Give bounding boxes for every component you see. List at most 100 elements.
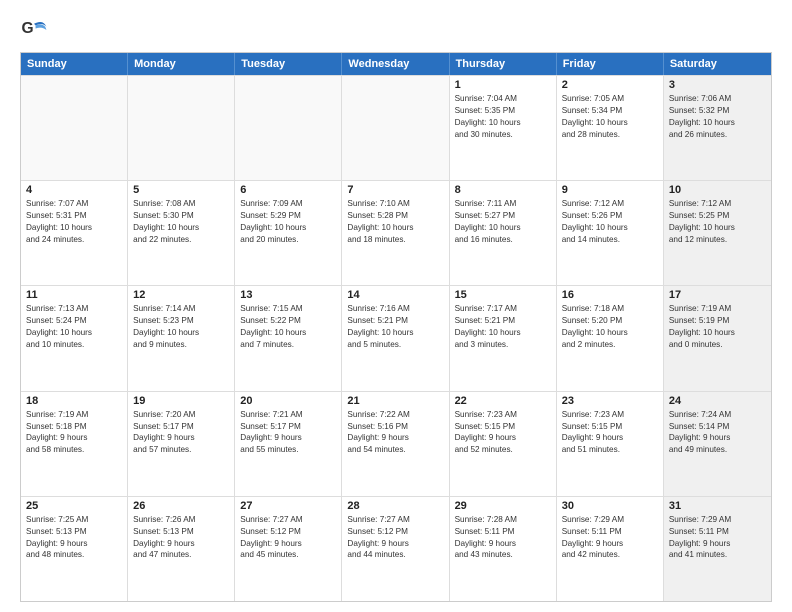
calendar-cell: 4 Sunrise: 7:07 AMSunset: 5:31 PMDaylight… — [21, 181, 128, 285]
day-number: 15 — [455, 289, 551, 301]
calendar-week: 1 Sunrise: 7:04 AMSunset: 5:35 PMDaylight… — [21, 75, 771, 180]
cell-info: Sunrise: 7:11 AMSunset: 5:27 PMDaylight:… — [455, 198, 551, 246]
day-number: 16 — [562, 289, 658, 301]
cell-info: Sunrise: 7:15 AMSunset: 5:22 PMDaylight:… — [240, 303, 336, 351]
cell-info: Sunrise: 7:08 AMSunset: 5:30 PMDaylight:… — [133, 198, 229, 246]
day-number: 26 — [133, 500, 229, 512]
calendar-cell: 27Sunrise: 7:27 AMSunset: 5:12 PMDayligh… — [235, 497, 342, 601]
day-number: 11 — [26, 289, 122, 301]
calendar-cell: 14 Sunrise: 7:16 AMSunset: 5:21 PMDayligh… — [342, 286, 449, 390]
cell-info: Sunrise: 7:05 AMSunset: 5:34 PMDaylight:… — [562, 93, 658, 141]
day-number: 7 — [347, 184, 443, 196]
day-number: 30 — [562, 500, 658, 512]
day-number: 12 — [133, 289, 229, 301]
cell-info: Sunrise: 7:27 AMSunset: 5:12 PMDaylight:… — [240, 514, 336, 562]
logo: G — [20, 16, 52, 44]
day-number: 9 — [562, 184, 658, 196]
day-number: 20 — [240, 395, 336, 407]
day-number: 5 — [133, 184, 229, 196]
calendar-week: 25Sunrise: 7:25 AMSunset: 5:13 PMDayligh… — [21, 496, 771, 601]
calendar-cell: 12 Sunrise: 7:14 AMSunset: 5:23 PMDayligh… — [128, 286, 235, 390]
cell-info: Sunrise: 7:19 AMSunset: 5:18 PMDaylight:… — [26, 409, 122, 457]
day-number: 31 — [669, 500, 766, 512]
day-number: 4 — [26, 184, 122, 196]
cell-info: Sunrise: 7:13 AMSunset: 5:24 PMDaylight:… — [26, 303, 122, 351]
day-number: 14 — [347, 289, 443, 301]
calendar-cell: 18 Sunrise: 7:19 AMSunset: 5:18 PMDayligh… — [21, 392, 128, 496]
calendar-header-cell: Wednesday — [342, 53, 449, 75]
calendar-cell: 20 Sunrise: 7:21 AMSunset: 5:17 PMDayligh… — [235, 392, 342, 496]
cell-info: Sunrise: 7:10 AMSunset: 5:28 PMDaylight:… — [347, 198, 443, 246]
calendar-header-cell: Saturday — [664, 53, 771, 75]
calendar-cell — [128, 76, 235, 180]
cell-info: Sunrise: 7:09 AMSunset: 5:29 PMDaylight:… — [240, 198, 336, 246]
calendar-header-cell: Tuesday — [235, 53, 342, 75]
cell-info: Sunrise: 7:12 AMSunset: 5:25 PMDaylight:… — [669, 198, 766, 246]
calendar-cell: 3 Sunrise: 7:06 AMSunset: 5:32 PMDaylight… — [664, 76, 771, 180]
cell-info: Sunrise: 7:19 AMSunset: 5:19 PMDaylight:… — [669, 303, 766, 351]
calendar-cell: 5 Sunrise: 7:08 AMSunset: 5:30 PMDaylight… — [128, 181, 235, 285]
day-number: 23 — [562, 395, 658, 407]
calendar-cell: 17 Sunrise: 7:19 AMSunset: 5:19 PMDayligh… — [664, 286, 771, 390]
calendar-cell: 22 Sunrise: 7:23 AMSunset: 5:15 PMDayligh… — [450, 392, 557, 496]
day-number: 8 — [455, 184, 551, 196]
day-number: 28 — [347, 500, 443, 512]
cell-info: Sunrise: 7:22 AMSunset: 5:16 PMDaylight:… — [347, 409, 443, 457]
calendar-week: 4 Sunrise: 7:07 AMSunset: 5:31 PMDaylight… — [21, 180, 771, 285]
cell-info: Sunrise: 7:29 AMSunset: 5:11 PMDaylight:… — [669, 514, 766, 562]
cell-info: Sunrise: 7:26 AMSunset: 5:13 PMDaylight:… — [133, 514, 229, 562]
cell-info: Sunrise: 7:25 AMSunset: 5:13 PMDaylight:… — [26, 514, 122, 562]
day-number: 18 — [26, 395, 122, 407]
calendar-cell: 8 Sunrise: 7:11 AMSunset: 5:27 PMDaylight… — [450, 181, 557, 285]
cell-info: Sunrise: 7:12 AMSunset: 5:26 PMDaylight:… — [562, 198, 658, 246]
calendar-cell: 21 Sunrise: 7:22 AMSunset: 5:16 PMDayligh… — [342, 392, 449, 496]
calendar-cell: 26 Sunrise: 7:26 AMSunset: 5:13 PMDayligh… — [128, 497, 235, 601]
logo-icon: G — [20, 16, 48, 44]
cell-info: Sunrise: 7:07 AMSunset: 5:31 PMDaylight:… — [26, 198, 122, 246]
day-number: 2 — [562, 79, 658, 91]
day-number: 24 — [669, 395, 766, 407]
day-number: 10 — [669, 184, 766, 196]
cell-info: Sunrise: 7:06 AMSunset: 5:32 PMDaylight:… — [669, 93, 766, 141]
calendar-header: SundayMondayTuesdayWednesdayThursdayFrid… — [21, 53, 771, 75]
svg-text:G: G — [22, 20, 34, 37]
day-number: 21 — [347, 395, 443, 407]
cell-info: Sunrise: 7:18 AMSunset: 5:20 PMDaylight:… — [562, 303, 658, 351]
calendar-cell — [342, 76, 449, 180]
cell-info: Sunrise: 7:23 AMSunset: 5:15 PMDaylight:… — [455, 409, 551, 457]
calendar-week: 11 Sunrise: 7:13 AMSunset: 5:24 PMDayligh… — [21, 285, 771, 390]
calendar-cell: 19Sunrise: 7:20 AMSunset: 5:17 PMDayligh… — [128, 392, 235, 496]
day-number: 1 — [455, 79, 551, 91]
calendar-cell: 10 Sunrise: 7:12 AMSunset: 5:25 PMDayligh… — [664, 181, 771, 285]
calendar-cell: 11 Sunrise: 7:13 AMSunset: 5:24 PMDayligh… — [21, 286, 128, 390]
calendar-cell: 15Sunrise: 7:17 AMSunset: 5:21 PMDayligh… — [450, 286, 557, 390]
calendar-header-cell: Sunday — [21, 53, 128, 75]
calendar-body: 1 Sunrise: 7:04 AMSunset: 5:35 PMDaylight… — [21, 75, 771, 601]
calendar-cell: 29Sunrise: 7:28 AMSunset: 5:11 PMDayligh… — [450, 497, 557, 601]
day-number: 22 — [455, 395, 551, 407]
calendar-cell: 24 Sunrise: 7:24 AMSunset: 5:14 PMDayligh… — [664, 392, 771, 496]
calendar-cell: 30Sunrise: 7:29 AMSunset: 5:11 PMDayligh… — [557, 497, 664, 601]
calendar-header-cell: Monday — [128, 53, 235, 75]
calendar-cell — [21, 76, 128, 180]
cell-info: Sunrise: 7:24 AMSunset: 5:14 PMDaylight:… — [669, 409, 766, 457]
day-number: 13 — [240, 289, 336, 301]
calendar-cell: 25Sunrise: 7:25 AMSunset: 5:13 PMDayligh… — [21, 497, 128, 601]
day-number: 17 — [669, 289, 766, 301]
cell-info: Sunrise: 7:28 AMSunset: 5:11 PMDaylight:… — [455, 514, 551, 562]
cell-info: Sunrise: 7:14 AMSunset: 5:23 PMDaylight:… — [133, 303, 229, 351]
cell-info: Sunrise: 7:21 AMSunset: 5:17 PMDaylight:… — [240, 409, 336, 457]
calendar-cell: 13 Sunrise: 7:15 AMSunset: 5:22 PMDayligh… — [235, 286, 342, 390]
day-number: 6 — [240, 184, 336, 196]
calendar-header-cell: Thursday — [450, 53, 557, 75]
cell-info: Sunrise: 7:04 AMSunset: 5:35 PMDaylight:… — [455, 93, 551, 141]
day-number: 3 — [669, 79, 766, 91]
calendar-cell: 1 Sunrise: 7:04 AMSunset: 5:35 PMDaylight… — [450, 76, 557, 180]
calendar-cell: 16 Sunrise: 7:18 AMSunset: 5:20 PMDayligh… — [557, 286, 664, 390]
calendar-header-cell: Friday — [557, 53, 664, 75]
calendar-cell: 23Sunrise: 7:23 AMSunset: 5:15 PMDayligh… — [557, 392, 664, 496]
calendar-cell: 2 Sunrise: 7:05 AMSunset: 5:34 PMDaylight… — [557, 76, 664, 180]
calendar-cell: 28Sunrise: 7:27 AMSunset: 5:12 PMDayligh… — [342, 497, 449, 601]
cell-info: Sunrise: 7:16 AMSunset: 5:21 PMDaylight:… — [347, 303, 443, 351]
page: G SundayMondayTuesdayWednesdayThursdayFr… — [0, 0, 792, 612]
